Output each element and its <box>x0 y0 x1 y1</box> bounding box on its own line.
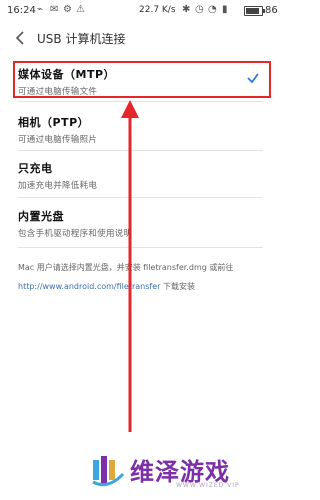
brand-logo-icon <box>92 456 125 487</box>
red-arrow-annotation <box>121 100 139 432</box>
brand-url: WWW.WIZED VIP <box>176 482 240 489</box>
watermark: 维泽游戏 WWW.WIZED VIP <box>90 452 275 492</box>
